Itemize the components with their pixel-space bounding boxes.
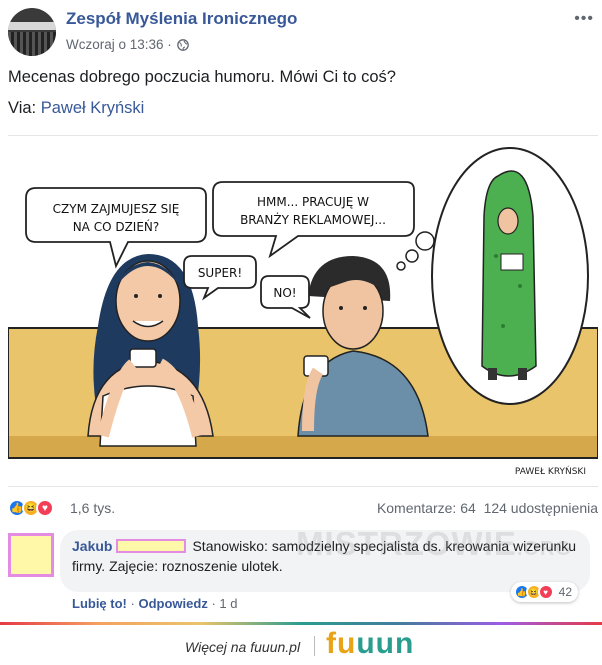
bubble-woman-line2: NA CO DZIEŃ? [73,219,160,234]
fuuun-logo[interactable]: fuuun [326,627,414,661]
bubble-woman-line1: CZYM ZAJMUJESZ SIĘ [53,202,180,216]
avatar-crowd-image [8,32,56,56]
comment-bubble: MISTRZOWIE.ORG Jakub Stanowisko: samodzie… [60,527,590,592]
comic-signature: PAWEŁ KRYŃSKI [515,465,586,477]
post-header: Zespół Myślenia Ironicznego Wczoraj o 13… [0,0,602,62]
comment-reactions[interactable]: 👍 😆 ♥ 42 [510,582,578,602]
post-meta: Wczoraj o 13:36 · [66,37,189,52]
footer-divider [314,636,315,656]
footer-link-text[interactable]: Więcej na fuuun.pl [185,639,300,655]
comment-like-link[interactable]: Lubię to! [72,596,127,611]
page-avatar[interactable] [8,8,56,56]
comment-author[interactable]: Jakub [72,538,112,554]
cucumber-costume [481,170,537,380]
action-separator: · [130,596,135,611]
avatar-banner [8,22,56,30]
post-text: Mecenas dobrego poczucia humoru. Mówi Ci… [8,68,396,86]
bubble-no-text: NO! [273,286,296,300]
action-separator: · [211,596,216,611]
via-line: Via: Paweł Kryński [8,99,144,118]
more-options-icon[interactable]: ••• [574,10,594,28]
post-stats-bar: 👍 😆 ♥ 1,6 tys. Komentarze: 64 124 udostę… [8,497,598,519]
comment-actions: Lubię to! · Odpowiedz · 1 d [72,596,238,611]
comic-table-edge [8,436,598,458]
comment-reply-link[interactable]: Odpowiedz [138,596,207,611]
speech-bubble-super: SUPER! [183,255,257,301]
globe-icon [176,38,189,51]
page-name-link[interactable]: Zespół Myślenia Ironicznego [66,9,297,29]
comment-age[interactable]: 1 d [219,596,237,611]
via-label: Via: [8,99,41,117]
bubble-super-text: SUPER! [198,266,242,280]
bubble-man-line1: HMM... PRACUJĘ W [257,195,369,209]
via-author-link[interactable]: Paweł Kryński [41,99,145,117]
comment: MISTRZOWIE.ORG Jakub Stanowisko: samodzie… [8,527,594,617]
reaction-count[interactable]: 1,6 tys. [70,500,115,516]
comic-illustration: CZYM ZAJMUJESZ SIĘ NA CO DZIEŃ? HMM... P… [8,147,598,477]
speech-bubble-no: NO! [260,275,311,319]
share-stats: Komentarze: 64 124 udostępnienia [377,500,598,516]
reaction-icons[interactable]: 👍 😆 ♥ [8,499,54,517]
comment-reaction-count: 42 [558,585,572,599]
comment-avatar-redacted[interactable] [8,533,54,577]
speech-bubble-woman: CZYM ZAJMUJESZ SIĘ NA CO DZIEŃ? [25,187,207,269]
shares-count[interactable]: 124 udostępnienia [484,500,598,516]
love-icon: ♥ [36,499,54,517]
footer: Więcej na fuuun.pl fuuun [0,622,602,665]
speech-bubble-man: HMM... PRACUJĘ W BRANŻY REKLAMOWEJ... [212,181,415,259]
post-image-comic[interactable]: CZYM ZAJMUJESZ SIĘ NA CO DZIEŃ? HMM... P… [8,135,598,487]
love-icon: ♥ [537,584,554,600]
bubble-man-line2: BRANŻY REKLAMOWEJ... [240,212,386,227]
footer-rainbow-line [0,622,602,625]
comments-count[interactable]: Komentarze: 64 [377,500,476,516]
redacted-name [116,539,187,553]
post-timestamp[interactable]: Wczoraj o 13:36 · [66,37,172,52]
